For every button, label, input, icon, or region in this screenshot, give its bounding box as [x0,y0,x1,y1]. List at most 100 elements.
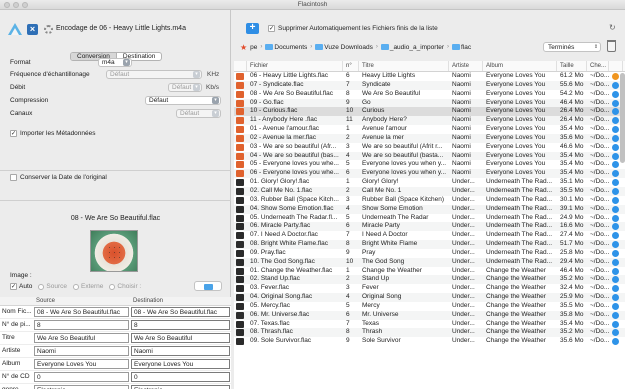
list-item[interactable]: 07 - Syndicate.flac 7 Syndicate Naomi Everyo… [234,80,625,90]
window-controls[interactable] [4,2,28,8]
column-header-status[interactable] [609,61,623,71]
path-item[interactable]: Vuze Downloads [315,44,373,51]
file-queue-list[interactable]: Fichier n° Titre Artiste Album Taille Ch… [234,61,625,389]
list-item[interactable]: 04 - We are so beautiful (bas... 4 We are … [234,151,625,161]
compression-value: Défaut [149,97,169,104]
cell-path: ~/Do... [590,125,609,133]
list-item[interactable]: 06 - Everyone loves you whe... 6 Everyone … [234,169,625,179]
list-item[interactable]: 03. Rubber Ball (Space Kitch... 3 Rubber B… [234,196,625,205]
add-files-button[interactable]: + [246,23,259,34]
tag-destination-field[interactable]: 0 [130,370,231,384]
column-header-icon[interactable] [234,61,247,71]
list-item[interactable]: 01. Change the Weather.flac 1 Change the W… [234,267,625,276]
list-item[interactable]: 09 - Go.flac 9 Go Naomi Everyone Loves You 46… [234,98,625,108]
cell-path: ~/Do... [590,98,609,106]
column-header[interactable]: Album [483,61,557,71]
compression-select[interactable]: Défaut ▾ [145,96,221,105]
image-auto-checkbox[interactable]: ✓ Auto [10,283,32,290]
column-header: Destination [130,297,231,306]
tag-source-field[interactable]: 0 [33,370,130,384]
tag-source-field[interactable]: Electronic [33,383,130,389]
list-item[interactable]: 07. I Need A Doctor.flac 7 I Need A Doctor… [234,231,625,240]
cancel-encoding-button[interactable]: × [27,24,38,35]
column-header[interactable]: Fichier [247,61,343,71]
column-header[interactable]: n° [343,61,359,71]
cell-size: 35.1 Mo [560,178,584,186]
tag-source-field[interactable]: 8 [33,318,130,332]
list-item[interactable]: 07. Texas.flac 7 Texas Under... Change the W… [234,320,625,329]
refresh-icon[interactable]: ↻ [609,23,616,32]
column-header[interactable]: Titre [359,61,449,71]
choose-image-folder-button[interactable] [194,281,222,291]
list-item[interactable]: 03 - We are so beautiful (Afr... 3 We are … [234,143,625,152]
cell-artist: Naomi [452,133,471,141]
cell-path: ~/Do... [590,310,609,318]
list-item[interactable]: 06. Miracle Party.flac 6 Miracle Party Unde… [234,222,625,232]
list-item[interactable]: 11 - Anybody Here .flac 11 Anybody Here? Na… [234,116,625,126]
sample-rate-select[interactable]: Défaut ▾ [106,70,202,79]
zoom-window-icon[interactable] [22,2,28,8]
column-header[interactable]: Artiste [449,61,483,71]
list-item[interactable]: 02. Stand Up.flac 2 Stand Up Under... Change… [234,275,625,285]
tag-destination-field[interactable]: We Are So Beautiful [130,331,231,345]
cell-album: Underneath The Rad... [486,222,553,230]
list-item[interactable]: 02 - Avenue la mer.flac 2 Avenue la mer Nao… [234,133,625,143]
path-item[interactable]: Documents [265,44,307,51]
list-item[interactable]: 05. Mercy.flac 5 Mercy Under... Change the W… [234,302,625,311]
cell-file: 09. Pray.flac [250,248,286,256]
minimize-window-icon[interactable] [13,2,19,8]
format-label: Format [10,59,31,66]
list-item[interactable]: 01. Glory! Glory!.flac 1 Glory! Glory! Unde… [234,178,625,187]
channels-select[interactable]: Défaut ▾ [176,109,221,118]
trash-icon[interactable] [607,40,616,52]
list-item[interactable]: 04. Original Song.flac 4 Original Song Unde… [234,293,625,302]
tag-row: N° de pi... 8 8 [0,318,231,332]
tag-destination-field[interactable]: Everyone Loves You [130,357,231,371]
keep-date-checkbox[interactable]: Conserver la Date de l'original [10,174,107,181]
auto-remove-checkbox[interactable]: ✓ Supprimer Automatiquement les Fichiers … [268,25,438,32]
format-select[interactable]: m4a ▾ [98,58,132,67]
path-item[interactable]: pe [250,44,257,51]
column-header[interactable]: Taille [557,61,587,71]
list-item[interactable]: 09. Sole Survivor.flac 9 Sole Survivor Unde… [234,337,625,346]
list-item[interactable]: 08 - We Are So Beautiful.flac 8 We Are So … [234,90,625,99]
close-window-icon[interactable] [4,2,10,8]
favorite-star-icon[interactable]: ★ [240,43,247,52]
tag-source-field[interactable]: Everyone Loves You [33,357,130,371]
image-external-radio[interactable]: Externe [72,283,103,290]
tag-source-field[interactable]: We Are So Beautiful [33,331,130,345]
image-source-radio[interactable]: Source [38,283,67,290]
list-item[interactable]: 10. The God Song.flac 10 The God Song Under… [234,257,625,267]
list-item[interactable]: 05 - Everyone loves you whe... 5 Everyone … [234,160,625,169]
tag-destination-field[interactable]: Electronic [130,383,231,389]
image-choose-radio[interactable]: Choisir : [109,283,141,290]
path-item[interactable]: flac [452,44,471,51]
cell-title: Rubber Ball (Space Kitchen) [362,195,445,203]
list-item[interactable]: 04. Show Some Emotion.flac 4 Show Some Emo… [234,204,625,214]
tag-source-field[interactable]: Naomi [33,344,130,358]
tag-destination-field[interactable]: 8 [130,318,231,332]
cell-artist: Under... [452,204,475,212]
tag-destination-field[interactable]: Naomi [130,344,231,358]
cell-track: 7 [346,319,350,327]
status-dot-icon [609,302,623,311]
tag-source-field[interactable]: 08 - We Are So Beautiful.flac [33,305,130,319]
list-item[interactable]: 10 - Curious.flac 10 Curious Naomi Everyone … [234,107,625,117]
list-item[interactable]: 08. Thrash.flac 8 Thrash Under... Change the… [234,328,625,338]
tag-destination-field[interactable]: 08 - We Are So Beautiful.flac [130,305,231,319]
bitrate-select[interactable]: Défaut ▾ [168,83,202,92]
list-item[interactable]: 05. Underneath The Radar.fl... 5 Underneat… [234,214,625,223]
list-item[interactable]: 03. Fever.flac 3 Fever Under... Change the W… [234,284,625,293]
scrollbar[interactable] [620,73,625,163]
path-item[interactable]: _audio_a_importer [380,44,444,51]
import-metadata-checkbox[interactable]: ✓ Importer les Métadonnées [10,130,96,137]
list-item[interactable]: 06. Mr. Universe.flac 6 Mr. Universe Under.… [234,310,625,320]
list-item[interactable]: 06 - Heavy Little Lights.flac 6 Heavy Litt… [234,72,625,81]
list-item[interactable]: 08. Bright White Flame.flac 8 Bright White… [234,240,625,249]
list-item[interactable]: 09. Pray.flac 9 Pray Under... Underneath The… [234,249,625,258]
column-header[interactable]: Che... [587,61,609,71]
list-item[interactable]: 02. Call Me No. 1.flac 2 Call Me No. 1 Unde… [234,186,625,196]
status-filter-select[interactable]: Terminés ⇕ [543,42,601,52]
divider [0,170,231,171]
list-item[interactable]: 01 - Avenue l'amour.flac 1 Avenue l'amour N… [234,125,625,134]
